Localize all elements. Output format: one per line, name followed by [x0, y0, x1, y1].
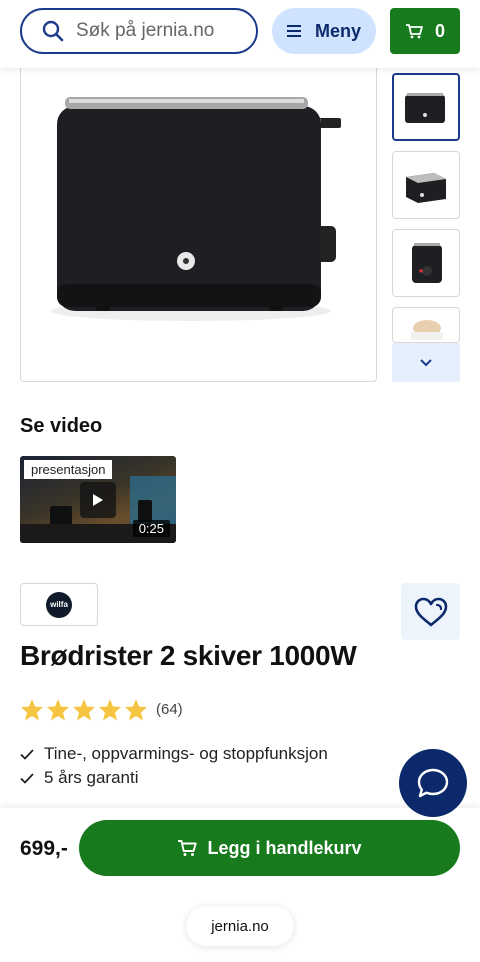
thumbnail-2[interactable] [392, 151, 460, 219]
product-title: Brødrister 2 skiver 1000W [20, 640, 357, 671]
chat-button[interactable] [399, 749, 467, 817]
sticky-buy-bar: 699,- Legg i handlekurv jernia.no [0, 808, 480, 962]
menu-button[interactable]: Meny [272, 8, 376, 54]
search-placeholder: Søk på jernia.no [76, 20, 215, 41]
site-header: Søk på jernia.no Meny 0 [0, 0, 480, 68]
add-to-cart-label: Legg i handlekurv [207, 837, 362, 858]
video-tag: presentasjon [24, 460, 113, 479]
search-input[interactable]: Søk på jernia.no [20, 8, 258, 54]
chat-bubble-icon [417, 768, 449, 798]
feature-text: Tine-, oppvarmings- og stoppfunksjon [44, 744, 328, 763]
video-heading: Se video [20, 415, 103, 437]
price: 699,- [20, 837, 68, 860]
main-product-image[interactable] [20, 60, 377, 382]
add-to-cart-button[interactable]: Legg i handlekurv [79, 820, 460, 876]
star-icon [99, 699, 121, 721]
checkmark-icon [20, 748, 34, 760]
chevron-down-icon [420, 358, 432, 366]
cart-count: 0 [434, 20, 445, 41]
star-icon [73, 699, 95, 721]
toaster-thumbnail-image [405, 93, 445, 123]
play-button[interactable] [80, 482, 116, 518]
feature-text: 5 års garanti [44, 768, 139, 787]
feature-item: 5 års garanti [20, 766, 328, 790]
star-icon [21, 699, 43, 721]
star-icon [47, 699, 69, 721]
toaster-angle-thumbnail-image [406, 173, 446, 203]
cart-button[interactable]: 0 [390, 8, 460, 54]
video-thumbnail[interactable]: presentasjon 0:25 [20, 456, 176, 543]
feature-list: Tine-, oppvarmings- og stoppfunksjon 5 å… [20, 742, 328, 790]
hamburger-icon [286, 25, 301, 37]
star-icon [125, 699, 147, 721]
video-duration: 0:25 [132, 520, 170, 537]
cart-icon [405, 24, 423, 39]
rating-count: (64) [156, 701, 183, 718]
favorite-button[interactable] [401, 583, 460, 640]
thumbnail-3[interactable] [392, 229, 460, 297]
heart-icon [414, 597, 447, 626]
toaster-control-thumbnail-image [412, 243, 442, 283]
checkmark-icon [20, 772, 34, 784]
menu-label: Meny [314, 20, 361, 41]
toaster-image [51, 97, 341, 321]
thumbnail-4[interactable] [392, 307, 460, 343]
brand-logo-link[interactable]: wilfa [20, 583, 98, 626]
feature-item: Tine-, oppvarmings- og stoppfunksjon [20, 742, 328, 766]
play-icon [93, 494, 103, 506]
thumbnail-1[interactable] [392, 73, 460, 141]
browser-url-pill[interactable]: jernia.no [186, 906, 294, 946]
wilfa-logo: wilfa [46, 591, 72, 618]
bread-thumbnail-image [411, 320, 443, 340]
product-rating[interactable]: (64) [20, 698, 183, 721]
cart-icon [178, 840, 198, 856]
search-icon [42, 20, 64, 42]
thumbnails-scroll-down-button[interactable] [392, 343, 460, 382]
